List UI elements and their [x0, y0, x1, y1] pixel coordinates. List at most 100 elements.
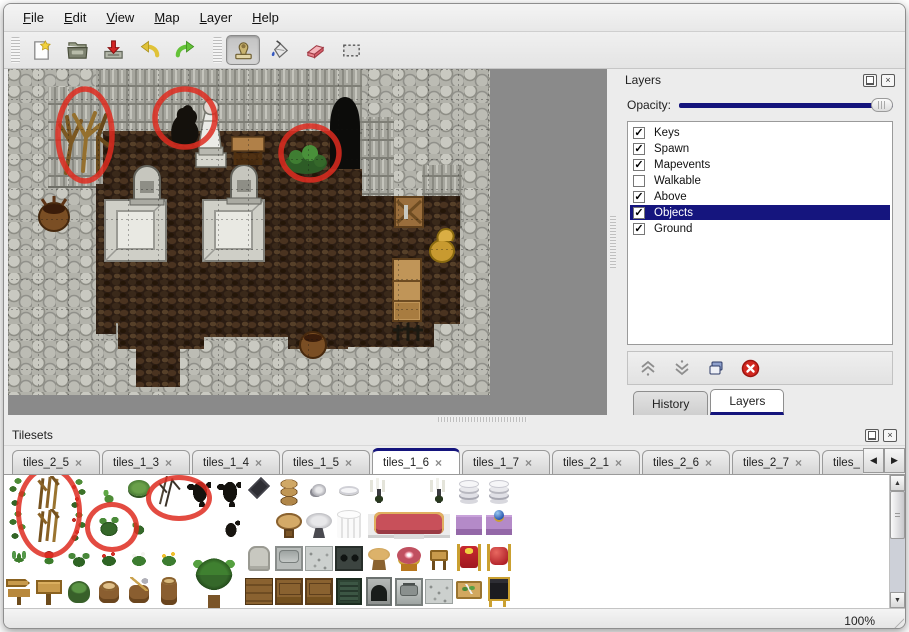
checkbox-unchecked-icon[interactable] — [633, 175, 645, 187]
tile-sink-metal[interactable] — [394, 575, 424, 608]
layer-row-mapevents[interactable]: ✓Mapevents — [630, 157, 890, 172]
close-tab-icon[interactable]: × — [345, 456, 352, 470]
tile-vine[interactable] — [4, 476, 34, 509]
layer-row-walkable[interactable]: Walkable — [630, 173, 890, 188]
tile-stump[interactable] — [94, 575, 124, 608]
tile-thorn[interactable] — [154, 476, 184, 509]
vertical-splitter[interactable] — [607, 69, 619, 415]
tile-flowers-white[interactable] — [124, 542, 154, 575]
tileset-scrollbar[interactable]: ▲ ▼ — [889, 475, 905, 608]
tile-crown-chair[interactable] — [454, 542, 484, 575]
tile-red-chair[interactable] — [484, 542, 514, 575]
tile-bush[interactable] — [94, 509, 124, 542]
tile-empty[interactable] — [514, 476, 544, 509]
tile-shadow-big[interactable] — [214, 476, 244, 509]
save-file-button[interactable] — [96, 35, 130, 65]
tile-counter-speckle[interactable] — [304, 542, 334, 575]
tile-bloom-red[interactable] — [34, 542, 64, 575]
select-tool-button[interactable] — [334, 35, 368, 65]
eraser-tool-button[interactable] — [298, 35, 332, 65]
tile-vine[interactable] — [4, 509, 34, 542]
tile-shadow-diamond[interactable] — [244, 476, 274, 509]
map-canvas[interactable] — [8, 69, 607, 415]
tileset-tab-tiles_2_5[interactable]: tiles_2_5× — [12, 450, 100, 474]
tile-empty[interactable] — [514, 575, 544, 608]
tile-tree-tl[interactable] — [184, 542, 214, 575]
close-tab-icon[interactable]: × — [795, 456, 802, 470]
new-file-button[interactable] — [24, 35, 58, 65]
checkbox-checked-icon[interactable]: ✓ — [633, 207, 645, 219]
tile-candle[interactable] — [424, 476, 454, 509]
tile-plates[interactable] — [454, 476, 484, 509]
tile-cabinet-wood[interactable] — [274, 575, 304, 608]
tile-gray-table[interactable] — [304, 509, 334, 542]
stamp-tool-button[interactable] — [226, 35, 260, 65]
panel-tab-history[interactable]: History — [633, 391, 708, 415]
tile-bush-red[interactable] — [94, 542, 124, 575]
close-tab-icon[interactable]: × — [435, 456, 442, 470]
checkbox-checked-icon[interactable]: ✓ — [633, 127, 645, 139]
close-tab-icon[interactable]: × — [165, 456, 172, 470]
tileset-view[interactable]: ▲ ▼ — [4, 475, 905, 608]
tile-counter-speckle[interactable] — [424, 575, 454, 608]
tile-bush-small[interactable] — [124, 509, 154, 542]
layer-row-keys[interactable]: ✓Keys — [630, 125, 890, 140]
tile-slab[interactable] — [244, 542, 274, 575]
tile-plate[interactable] — [334, 476, 364, 509]
delete-layer-button[interactable] — [740, 358, 760, 378]
tile-moss[interactable] — [124, 476, 154, 509]
float-panel-icon[interactable] — [863, 74, 877, 87]
tile-cabinet-wood[interactable] — [304, 575, 334, 608]
tile-stool-wood[interactable] — [424, 542, 454, 575]
resize-grip[interactable] — [887, 614, 904, 629]
float-tilesets-icon[interactable] — [865, 429, 879, 442]
tile-cut-board[interactable] — [454, 575, 484, 608]
horizontal-splitter[interactable] — [4, 415, 905, 425]
tileset-tab-tiles_1_5[interactable]: tiles_1_5× — [282, 450, 370, 474]
redo-button[interactable] — [168, 35, 202, 65]
tileset-tab-tiles_1_3[interactable]: tiles_1_3× — [102, 450, 190, 474]
layer-row-ground[interactable]: ✓Ground — [630, 221, 890, 236]
tile-fern[interactable] — [64, 542, 94, 575]
tile-wood-stack[interactable] — [274, 476, 304, 509]
tileset-tab-tiles_2_7[interactable]: tiles_2_7× — [732, 450, 820, 474]
scroll-down-icon[interactable]: ▼ — [890, 592, 905, 608]
tile-planks[interactable] — [244, 575, 274, 608]
tile-cake[interactable] — [394, 542, 424, 575]
layer-row-spawn[interactable]: ✓Spawn — [630, 141, 890, 156]
tile-empty[interactable] — [184, 509, 214, 542]
tileset-tab-tiles_1_4[interactable]: tiles_1_4× — [192, 450, 280, 474]
fill-tool-button[interactable] — [262, 35, 296, 65]
tile-banquet-mid[interactable] — [394, 509, 424, 542]
tile-purple-table-orb[interactable] — [484, 509, 514, 542]
menu-edit[interactable]: Edit — [55, 7, 95, 28]
tile-tree-bl[interactable] — [184, 575, 214, 608]
close-tab-icon[interactable]: × — [615, 456, 622, 470]
toolbar-grip[interactable] — [213, 37, 222, 63]
opacity-slider-handle[interactable] — [871, 98, 893, 112]
tileset-tab-tiles_2_1[interactable]: tiles_2_1× — [552, 450, 640, 474]
menu-view[interactable]: View — [97, 7, 143, 28]
tile-vine-red[interactable] — [64, 476, 94, 509]
tile-stove-black[interactable] — [484, 575, 514, 608]
checkbox-checked-icon[interactable]: ✓ — [633, 191, 645, 203]
tile-purple-table[interactable] — [454, 509, 484, 542]
tile-empty[interactable] — [514, 542, 544, 575]
close-tab-icon[interactable]: × — [255, 456, 262, 470]
layer-row-above[interactable]: ✓Above — [630, 189, 890, 204]
scroll-tabs-left-icon[interactable]: ◀ — [863, 448, 884, 473]
tile-empty[interactable] — [514, 509, 544, 542]
tile-stove-top[interactable] — [334, 542, 364, 575]
scrollbar-thumb[interactable] — [890, 491, 905, 539]
tile-stove[interactable] — [364, 575, 394, 608]
menu-layer[interactable]: Layer — [191, 7, 242, 28]
tile-banquet-right[interactable] — [424, 509, 454, 542]
tile-stump-moss[interactable] — [64, 575, 94, 608]
tile-sink[interactable] — [274, 542, 304, 575]
tile-locker-green[interactable] — [334, 575, 364, 608]
tile-white-table[interactable] — [334, 509, 364, 542]
opacity-slider[interactable] — [679, 97, 893, 113]
undo-button[interactable] — [132, 35, 166, 65]
scroll-tabs-right-icon[interactable]: ▶ — [884, 448, 905, 473]
tile-candle[interactable] — [364, 476, 394, 509]
